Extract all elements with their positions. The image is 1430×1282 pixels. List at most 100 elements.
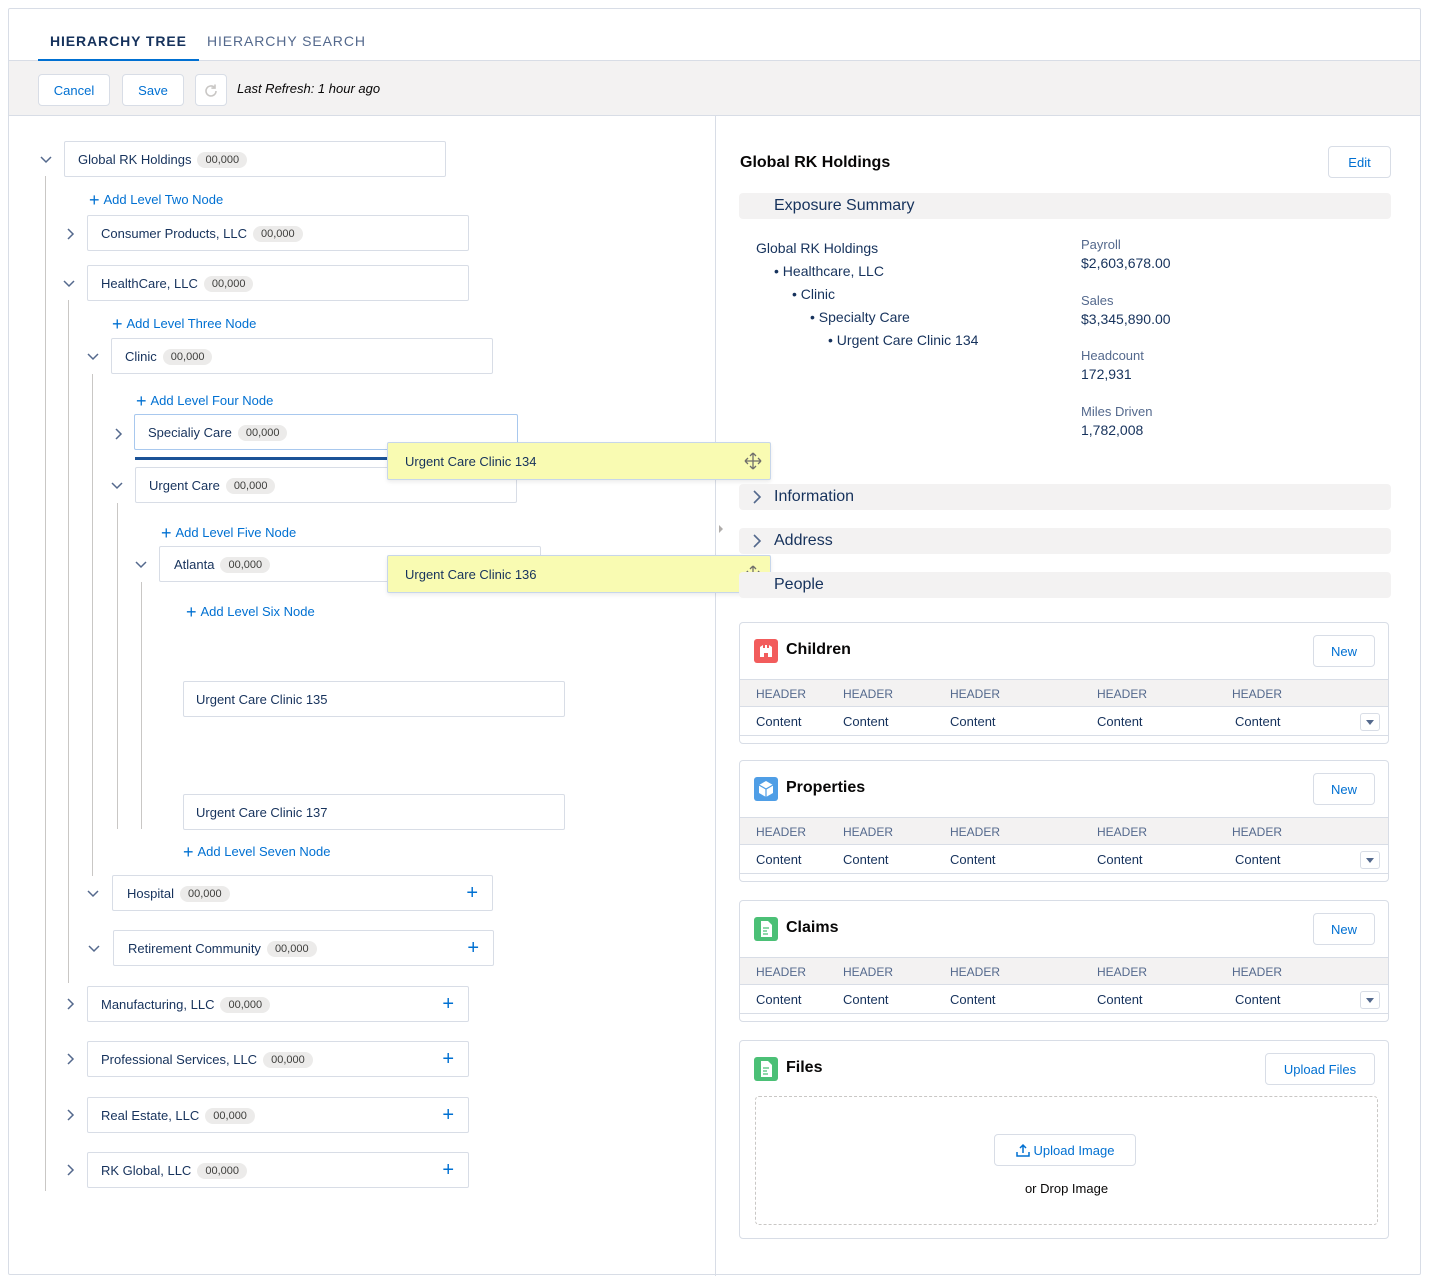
node-label: RK Global, LLC (101, 1163, 192, 1178)
row-action-dropdown-icon[interactable] (1360, 991, 1380, 1009)
table-cell: Content (1097, 992, 1143, 1007)
add-level-six-node-link[interactable]: + Add Level Six Node (186, 602, 315, 623)
plus-icon: + (186, 602, 197, 622)
chevron-right-icon[interactable] (62, 996, 78, 1012)
column-header[interactable]: HEADER (1232, 687, 1282, 701)
tree-node-hospital[interactable]: Hospital 00,000 + (112, 875, 493, 911)
chevron-down-icon[interactable] (85, 348, 101, 364)
chevron-right-icon (751, 534, 763, 553)
dragging-node-clinic-136[interactable]: Urgent Care Clinic 136 (387, 555, 771, 593)
refresh-button[interactable] (195, 74, 227, 106)
tab-hierarchy-tree[interactable]: HIERARCHY TREE (38, 9, 199, 62)
people-section[interactable]: People (739, 572, 1391, 598)
properties-card: Properties New HEADER HEADER HEADER HEAD… (739, 760, 1389, 882)
table-header: HEADER HEADER HEADER HEADER HEADER (740, 679, 1388, 707)
node-label: Consumer Products, LLC (101, 226, 247, 241)
column-header[interactable]: HEADER (1232, 965, 1282, 979)
miles-driven-value: 1,782,008 (1081, 422, 1144, 438)
tree-node-global-rk-holdings[interactable]: Global RK Holdings 00,000 (64, 141, 446, 177)
tree-node-consumer-products[interactable]: Consumer Products, LLC 00,000 (87, 215, 469, 251)
tree-guide-line (141, 582, 142, 829)
chevron-down-icon[interactable] (133, 556, 149, 572)
table-cell: Content (1235, 852, 1281, 867)
node-label: HealthCare, LLC (101, 276, 198, 291)
add-child-plus-icon[interactable]: + (467, 938, 479, 958)
node-label: Global RK Holdings (78, 152, 192, 167)
column-header[interactable]: HEADER (1097, 687, 1147, 701)
cancel-button[interactable]: Cancel (38, 74, 110, 106)
column-header[interactable]: HEADER (1097, 965, 1147, 979)
column-header[interactable]: HEADER (756, 687, 806, 701)
upload-image-button[interactable]: Upload Image (994, 1134, 1136, 1166)
new-button[interactable]: New (1313, 773, 1375, 805)
column-header[interactable]: HEADER (950, 965, 1000, 979)
address-section[interactable]: Address (739, 528, 1391, 554)
add-level-five-node-link[interactable]: + Add Level Five Node (161, 523, 296, 544)
chevron-down-icon[interactable] (61, 275, 77, 291)
tree-node-professional-services[interactable]: Professional Services, LLC 00,000 + (87, 1041, 469, 1077)
tree-node-rk-global[interactable]: RK Global, LLC 00,000 + (87, 1152, 469, 1188)
new-button[interactable]: New (1313, 913, 1375, 945)
add-level-three-node-link[interactable]: + Add Level Three Node (112, 314, 256, 335)
splitter-handle-icon[interactable] (719, 525, 723, 533)
column-header[interactable]: HEADER (1097, 825, 1147, 839)
chevron-down-icon[interactable] (38, 151, 54, 167)
column-header[interactable]: HEADER (843, 825, 893, 839)
chevron-right-icon[interactable] (62, 226, 78, 242)
add-child-plus-icon[interactable]: + (442, 1105, 454, 1125)
chevron-down-icon[interactable] (109, 477, 125, 493)
move-icon[interactable] (744, 452, 762, 475)
column-header[interactable]: HEADER (756, 965, 806, 979)
upload-files-button[interactable]: Upload Files (1265, 1053, 1375, 1085)
chevron-down-icon[interactable] (86, 940, 102, 956)
add-level-two-node-link[interactable]: + Add Level Two Node (89, 190, 223, 211)
tree-node-clinic[interactable]: Clinic 00,000 (111, 338, 493, 374)
file-drop-zone[interactable]: Upload Image or Drop Image (755, 1096, 1378, 1225)
table-cell: Content (1235, 714, 1281, 729)
chevron-right-icon[interactable] (62, 1051, 78, 1067)
chevron-right-icon[interactable] (110, 426, 126, 442)
children-icon (754, 639, 778, 663)
column-header[interactable]: HEADER (843, 965, 893, 979)
column-header[interactable]: HEADER (950, 825, 1000, 839)
tree-node-real-estate[interactable]: Real Estate, LLC 00,000 + (87, 1097, 469, 1133)
count-badge: 00,000 (203, 276, 254, 292)
column-header[interactable]: HEADER (756, 825, 806, 839)
new-button[interactable]: New (1313, 635, 1375, 667)
tree-node-clinic-135[interactable]: Urgent Care Clinic 135 (183, 681, 565, 717)
add-child-plus-icon[interactable]: + (442, 1160, 454, 1180)
dragging-node-clinic-134[interactable]: Urgent Care Clinic 134 (387, 442, 771, 480)
panel-divider[interactable] (715, 116, 716, 1276)
path-item: • Urgent Care Clinic 134 (828, 332, 979, 348)
column-header[interactable]: HEADER (950, 687, 1000, 701)
count-badge: 00,000 (263, 1052, 313, 1068)
add-level-four-node-link[interactable]: + Add Level Four Node (136, 391, 273, 412)
detail-title: Global RK Holdings (740, 154, 891, 171)
save-button[interactable]: Save (122, 74, 184, 106)
chevron-down-icon[interactable] (85, 885, 101, 901)
tree-node-healthcare[interactable]: HealthCare, LLC 00,000 (87, 265, 469, 301)
information-section[interactable]: Information (739, 484, 1391, 510)
table-cell: Content (756, 714, 802, 729)
drop-indicator (135, 457, 389, 460)
add-level-seven-node-link[interactable]: + Add Level Seven Node (183, 842, 331, 863)
add-child-plus-icon[interactable]: + (442, 994, 454, 1014)
path-item: • Healthcare, LLC (774, 263, 884, 279)
tree-node-retirement-community[interactable]: Retirement Community 00,000 + (113, 930, 494, 966)
tree-node-clinic-137[interactable]: Urgent Care Clinic 137 (183, 794, 565, 830)
add-child-plus-icon[interactable]: + (466, 883, 478, 903)
chevron-right-icon[interactable] (62, 1162, 78, 1178)
column-header[interactable]: HEADER (843, 687, 893, 701)
row-action-dropdown-icon[interactable] (1360, 851, 1380, 869)
plus-icon: + (112, 314, 123, 334)
tab-hierarchy-search[interactable]: HIERARCHY SEARCH (207, 9, 366, 61)
path-item: Global RK Holdings (756, 240, 879, 256)
add-child-plus-icon[interactable]: + (442, 1049, 454, 1069)
row-action-dropdown-icon[interactable] (1360, 713, 1380, 731)
tree-node-manufacturing[interactable]: Manufacturing, LLC 00,000 + (87, 986, 469, 1022)
column-header[interactable]: HEADER (1232, 825, 1282, 839)
plus-icon: + (161, 523, 172, 543)
edit-button[interactable]: Edit (1328, 146, 1391, 178)
exposure-summary-section[interactable]: Exposure Summary (739, 193, 1391, 219)
chevron-right-icon[interactable] (62, 1107, 78, 1123)
